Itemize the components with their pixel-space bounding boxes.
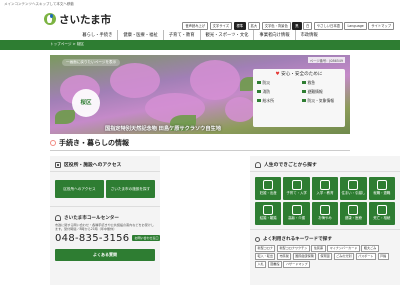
keyword-list: 新型コロナ 新型コロナワクチン 住民票 マイナンバーカード 粗大ごみ 転入・転出… <box>250 245 400 268</box>
leaf <box>55 110 75 124</box>
flower-cluster <box>110 63 160 98</box>
section-divider <box>50 150 350 151</box>
safety-item-disaster[interactable]: 防災 <box>257 79 296 86</box>
section-title: 手続き・暮らしの情報 <box>50 138 129 148</box>
utility-bar: 音声読み上げ 文字サイズ 標準 拡大 文字色・背景色 黒 白 やさしい日本語 L… <box>182 22 394 30</box>
callcenter-description: 市政に関する問い合わせ・各種手続きや公共施設の案内などをお受けします。受付時間／… <box>55 223 154 232</box>
keyword-tag[interactable]: 新型コロナワクチン <box>276 245 310 252</box>
operator-icon <box>55 215 61 221</box>
life-tile-elderly[interactable]: 高齢・介護 <box>283 202 310 225</box>
life-tile-pregnancy[interactable]: 妊娠・出産 <box>255 177 282 200</box>
life-tile-childcare[interactable]: 子育て・入学 <box>283 177 310 200</box>
elderly-icon <box>291 205 302 215</box>
easy-japanese-button[interactable]: やさしい日本語 <box>313 22 343 30</box>
safety-item-emergency[interactable]: 救急 <box>302 79 341 86</box>
flower-icon <box>319 205 330 215</box>
pregnancy-icon <box>263 180 274 190</box>
faq-button[interactable]: よくある質問 <box>55 248 155 261</box>
life-tile-marriage[interactable]: 結婚・離婚 <box>255 202 282 225</box>
font-size-standard-button[interactable]: 標準 <box>233 22 247 30</box>
font-size-label: 文字サイズ <box>209 22 232 30</box>
keyword-tag[interactable]: 粗大ごみ <box>361 245 379 252</box>
callcenter-phone[interactable]: 048-835-3156 <box>55 233 129 244</box>
person-icon <box>255 161 261 168</box>
breadcrumb-separator: > <box>72 42 76 46</box>
circle-icon <box>50 140 56 146</box>
access-heading: 区役所・施設へのアクセス <box>50 156 160 172</box>
keyword-tag[interactable]: ハザードマップ <box>283 261 311 268</box>
breadcrumb-home[interactable]: トップページ <box>50 42 72 46</box>
color-white-button[interactable]: 白 <box>303 22 313 30</box>
keyword-tag[interactable]: パスポート <box>355 253 377 260</box>
keyword-tag[interactable]: 国民健康保険 <box>292 253 317 260</box>
flower-cluster <box>190 60 240 100</box>
safety-title: ♥ 安心・安全のために <box>275 72 323 77</box>
building-icon <box>55 161 61 168</box>
keyword-tag[interactable]: 住民票 <box>311 245 326 252</box>
keyword-tag[interactable]: 市民税 <box>276 253 292 260</box>
school-icon <box>319 180 330 190</box>
site-name: さいたま市 <box>59 13 112 26</box>
keyword-tag[interactable]: 図書館 <box>267 261 282 268</box>
hero-note[interactable]: 一画面に戻りたいページを表示 <box>62 59 121 66</box>
breadcrumb-bar: トップページ > 桜区 <box>0 40 400 50</box>
hero-caption: 国指定特別天然記念物 田島ケ原サクラソウ自生地 <box>105 126 221 132</box>
color-label: 文字色・背景色 <box>261 22 291 30</box>
life-tile-health[interactable]: 健康・医療 <box>340 202 367 225</box>
safety-item-fire[interactable]: 消防 <box>257 88 296 95</box>
access-card: 区役所・施設へのアクセス 区役所へのアクセス さいたま市の施設を探す さいたま市… <box>50 156 161 285</box>
keyword-tag[interactable]: 入札 <box>255 261 267 268</box>
search-icon <box>255 236 260 242</box>
safety-item-weather[interactable]: 防災・気象情報 <box>302 97 341 104</box>
life-heading: 人生のできごとから探す <box>250 156 400 172</box>
page-number: ページ番号：J086549 <box>307 57 345 63</box>
language-button[interactable]: Language <box>344 22 367 30</box>
keyword-tag[interactable]: マイナンバーカード <box>327 245 360 252</box>
flower-cluster <box>225 97 255 122</box>
keyword-tag[interactable]: 転入・転出 <box>255 253 276 260</box>
life-tile-employment[interactable]: 就職・退職 <box>368 177 395 200</box>
inquiry-button[interactable]: お問い合わせ窓口 <box>132 235 161 242</box>
keyword-tag[interactable]: 新型コロナ <box>255 245 276 252</box>
life-tile-death[interactable]: 死亡・相続 <box>368 202 395 225</box>
work-icon <box>376 180 387 190</box>
life-tile-condolence[interactable]: お悔やみ <box>311 202 339 225</box>
font-size-large-button[interactable]: 拡大 <box>247 22 261 30</box>
safety-item-evacuation[interactable]: 避難情報 <box>302 88 341 95</box>
sitemap-button[interactable]: サイトマップ <box>368 22 394 30</box>
safety-panel: ♥ 安心・安全のために 防災 救急 消防 避難情報 給水所 防災・気象情報 <box>253 69 345 127</box>
keyword-tag[interactable]: 保育園 <box>317 253 333 260</box>
find-facility-button[interactable]: さいたま市の施設を探す <box>106 180 155 198</box>
ward-badge: 桜区 <box>72 89 100 117</box>
document-icon <box>376 205 387 215</box>
life-tile-housing[interactable]: 住まい・引越し <box>340 177 367 200</box>
heart-icon: ♥ <box>275 72 280 77</box>
site-header: さいたま市 音声読み上げ 文字サイズ 標準 拡大 文字色・背景色 黒 白 やさし… <box>0 6 400 30</box>
life-tile-school[interactable]: 入学・教育 <box>311 177 339 200</box>
keyword-tag[interactable]: ごみの分別 <box>333 253 355 260</box>
medical-icon <box>348 205 359 215</box>
callcenter-heading: さいたま市コールセンター <box>50 206 160 223</box>
hero-visual: 一画面に戻りたいページを表示 桜区 国指定特別天然記念物 田島ケ原サクラソウ自生… <box>50 55 350 134</box>
keyword-heading: よく利用されるキーワードで探す <box>250 229 400 245</box>
city-emblem-icon <box>44 13 56 25</box>
color-black-button[interactable]: 黒 <box>292 22 302 30</box>
rings-icon <box>263 205 274 215</box>
house-icon <box>348 180 359 190</box>
childcare-icon <box>291 180 302 190</box>
office-access-button[interactable]: 区役所へのアクセス <box>55 180 104 198</box>
safety-item-water[interactable]: 給水所 <box>257 97 296 104</box>
keyword-tag[interactable]: 戸籍 <box>377 253 389 260</box>
site-logo[interactable]: さいたま市 <box>44 12 111 26</box>
life-events-card: 人生のできごとから探す 妊娠・出産 子育て・入学 入学・教育 住まい・引越し 就… <box>250 156 400 285</box>
voice-reader-button[interactable]: 音声読み上げ <box>182 22 209 30</box>
breadcrumb-current: 桜区 <box>76 42 85 46</box>
breadcrumb: トップページ > 桜区 <box>50 42 84 47</box>
